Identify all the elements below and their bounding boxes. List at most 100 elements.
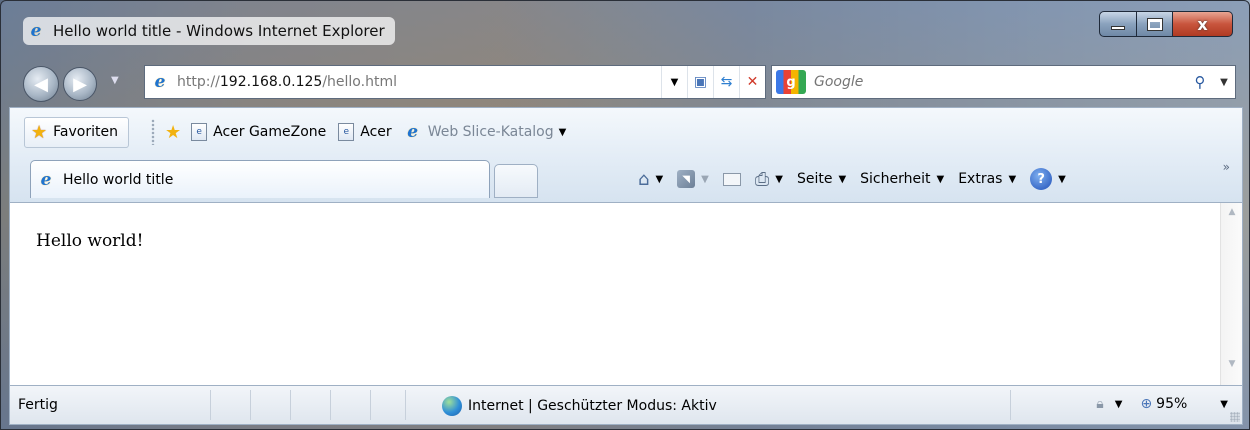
minimize-button[interactable] xyxy=(1099,11,1137,37)
tab-label: Hello world title xyxy=(63,171,174,188)
zoom-dropdown-icon[interactable]: ▼ xyxy=(1220,399,1228,410)
browser-window: e Hello world title - Windows Internet E… xyxy=(0,0,1250,430)
search-input[interactable] xyxy=(814,74,1187,90)
security-zone[interactable]: Internet | Geschützter Modus: Aktiv xyxy=(442,396,717,416)
resize-grip[interactable] xyxy=(1230,412,1240,422)
toolbar-grip[interactable] xyxy=(150,119,155,145)
feeds-button[interactable]: ◥ ▼ xyxy=(677,170,709,188)
ie-icon: e xyxy=(30,21,42,41)
scroll-up-icon[interactable]: ▲ xyxy=(1221,207,1243,229)
address-input[interactable]: http://192.168.0.125/hello.html xyxy=(177,74,661,90)
stop-icon: ✕ xyxy=(746,74,759,90)
chevron-down-icon: ▼ xyxy=(1058,173,1066,185)
status-divider xyxy=(330,390,331,420)
tab-row: e Hello world title ⌂▼ ◥▼ ⎙▼ Seite▼ xyxy=(10,156,1242,202)
zoom-icon[interactable]: ⊕ xyxy=(1140,396,1152,412)
toolbar-overflow-button[interactable]: » xyxy=(1223,160,1230,174)
address-path: /hello.html xyxy=(322,74,397,90)
page-menu[interactable]: Seite ▼ xyxy=(797,171,846,187)
page-menu-label: Seite xyxy=(796,171,833,187)
status-divider xyxy=(405,390,406,420)
stop-button[interactable]: ✕ xyxy=(739,66,765,98)
maximize-icon xyxy=(1146,17,1163,31)
favorite-label: Acer xyxy=(360,124,392,140)
favorite-web-slice-gallery[interactable]: e Web Slice-Katalog ▼ xyxy=(404,122,566,142)
page-body-text: Hello world! xyxy=(36,231,144,251)
page-content: Hello world! ▲ ▼ xyxy=(9,203,1243,385)
minimize-icon xyxy=(1111,26,1125,30)
help-icon: ? xyxy=(1030,168,1053,190)
safety-menu[interactable]: Sicherheit ▼ xyxy=(860,171,944,187)
status-divider xyxy=(370,390,371,420)
search-box[interactable]: g ⚲ ▼ xyxy=(771,65,1236,99)
tools-menu[interactable]: Extras ▼ xyxy=(958,171,1016,187)
scroll-down-icon[interactable]: ▼ xyxy=(1221,359,1243,381)
window-title: Hello world title - Windows Internet Exp… xyxy=(53,22,385,40)
page-ie-icon: e xyxy=(154,72,166,92)
chevron-down-icon: ▼ xyxy=(670,76,679,88)
status-divider xyxy=(1010,390,1011,420)
status-bar: Fertig Internet | Geschützter Modus: Akt… xyxy=(9,385,1243,425)
ie-icon: e xyxy=(407,122,419,142)
history-dropdown-icon[interactable]: ▼ xyxy=(111,75,119,86)
favorite-label: Acer GameZone xyxy=(213,124,327,140)
vertical-scrollbar[interactable]: ▲ ▼ xyxy=(1220,203,1242,385)
address-tools: ▼ ▣ ⇆ ✕ xyxy=(661,66,765,98)
rss-icon: ◥ xyxy=(677,170,696,188)
favorite-acer[interactable]: e Acer xyxy=(338,123,392,141)
star-icon: ★ xyxy=(31,121,48,143)
address-dropdown-button[interactable]: ▼ xyxy=(661,66,687,98)
forward-button[interactable]: ▶ xyxy=(63,67,97,101)
arrow-left-icon: ◀ xyxy=(34,73,48,95)
mail-icon xyxy=(722,172,741,186)
tab-hello-world[interactable]: e Hello world title xyxy=(30,160,490,198)
tools-menu-label: Extras xyxy=(958,171,1003,187)
chevron-down-icon: ▼ xyxy=(838,173,847,185)
google-logo-icon: g xyxy=(776,70,806,94)
close-icon: x xyxy=(1197,14,1208,34)
status-divider xyxy=(250,390,251,420)
protected-mode-icon[interactable]: 🔒︎ xyxy=(1096,396,1103,412)
favorites-button[interactable]: ★ Favoriten xyxy=(24,116,129,148)
maximize-button[interactable] xyxy=(1137,11,1173,37)
chevron-down-icon: ▼ xyxy=(701,173,709,185)
new-tab-button[interactable] xyxy=(494,164,538,198)
home-button[interactable]: ⌂ ▼ xyxy=(638,169,663,190)
chevron-down-icon: ▼ xyxy=(936,173,945,185)
navigation-bar: ◀ ▶ ▼ e http://192.168.0.125/hello.html … xyxy=(1,59,1249,103)
zoom-level[interactable]: 95% xyxy=(1156,396,1187,412)
globe-icon xyxy=(442,396,462,416)
web-page-icon: e xyxy=(338,123,355,141)
print-icon: ⎙ xyxy=(754,168,770,190)
refresh-icon: ⇆ xyxy=(720,74,733,90)
search-options-dropdown-icon[interactable]: ▼ xyxy=(1213,77,1235,88)
ie-icon: e xyxy=(40,169,52,190)
title-bar: e Hello world title - Windows Internet E… xyxy=(1,1,1249,61)
arrow-right-icon: ▶ xyxy=(73,73,87,95)
address-host: 192.168.0.125 xyxy=(219,74,323,90)
compatibility-icon: ▣ xyxy=(693,74,708,90)
address-prefix: http:// xyxy=(177,74,220,90)
help-button[interactable]: ? ▼ xyxy=(1030,168,1066,190)
chevron-down-icon[interactable]: ▼ xyxy=(1115,399,1123,410)
home-icon: ⌂ xyxy=(638,168,650,190)
window-controls: x xyxy=(1099,11,1233,37)
favorite-acer-gamezone[interactable]: e Acer GameZone xyxy=(191,123,326,141)
print-button[interactable]: ⎙ ▼ xyxy=(755,169,783,190)
read-mail-button[interactable] xyxy=(722,172,741,186)
compatibility-view-button[interactable]: ▣ xyxy=(687,66,713,98)
status-divider xyxy=(210,390,211,420)
favorites-bar: ★ Favoriten ★ e Acer GameZone e Acer e W… xyxy=(10,108,1242,156)
back-button[interactable]: ◀ xyxy=(23,66,59,102)
toolbar-area: ★ Favoriten ★ e Acer GameZone e Acer e W… xyxy=(9,107,1243,203)
search-icon[interactable]: ⚲ xyxy=(1187,73,1213,91)
title-area: e Hello world title - Windows Internet E… xyxy=(23,17,395,45)
favorites-label: Favoriten xyxy=(53,124,118,140)
chevron-down-icon: ▼ xyxy=(775,173,783,185)
add-to-favorites-icon[interactable]: ★ xyxy=(165,122,181,143)
favorite-label: Web Slice-Katalog xyxy=(427,124,554,140)
close-button[interactable]: x xyxy=(1173,11,1233,37)
refresh-button[interactable]: ⇆ xyxy=(713,66,739,98)
status-controls: 🔒︎ ▼ ⊕ 95% ▼ xyxy=(1096,396,1228,412)
address-bar[interactable]: e http://192.168.0.125/hello.html ▼ ▣ ⇆ … xyxy=(144,65,766,99)
